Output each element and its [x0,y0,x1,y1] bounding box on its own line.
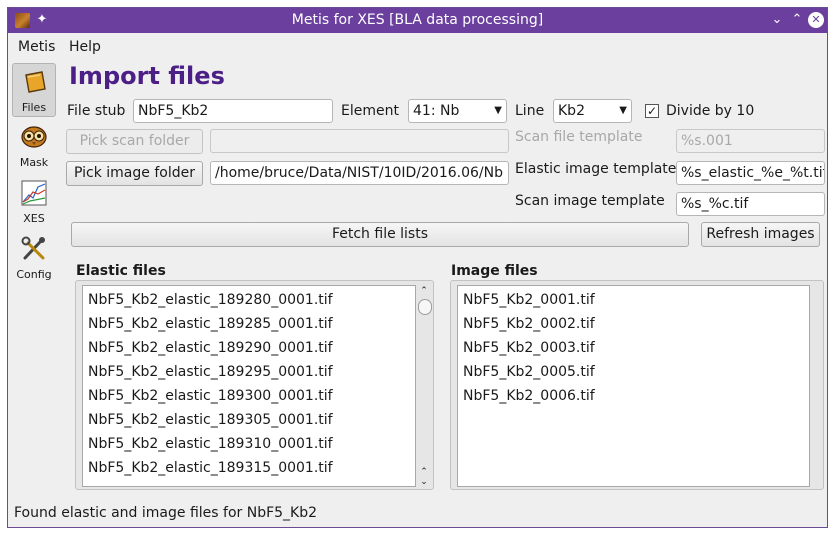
list-item[interactable]: NbF5_Kb2_elastic_189310_0001.tif [88,432,333,456]
scan-image-template-input[interactable]: %s_%c.tif [676,192,825,216]
list-item[interactable]: NbF5_Kb2_0003.tif [463,336,595,360]
elastic-image-template-input[interactable]: %s_elastic_%e_%t.tif [676,161,825,185]
element-select[interactable]: 41: Nb ▼ [408,99,507,123]
status-text: Found elastic and image files for NbF5_K… [14,505,318,521]
maximize-icon[interactable]: ⌃ [789,12,805,28]
list-item[interactable]: NbF5_Kb2_elastic_189280_0001.tif [88,288,333,312]
divide-checkbox[interactable]: ✓ [645,104,659,118]
owl-mask-icon [21,126,47,148]
list-item[interactable]: NbF5_Kb2_elastic_189315_0001.tif [88,456,333,480]
element-select-value: 41: Nb [413,103,460,119]
list-item[interactable]: NbF5_Kb2_elastic_189295_0001.tif [88,360,333,384]
scan-file-template-input[interactable]: %s.001 [676,129,825,153]
line-select-value: Kb2 [558,103,585,119]
line-label: Line [515,103,545,119]
xes-plot-icon [21,180,47,206]
sidebar-item-files[interactable]: Files [12,63,56,117]
elastic-image-template-label: Elastic image template [515,161,677,177]
sidebar-item-mask[interactable]: Mask [12,119,56,173]
image-folder-field[interactable]: /home/bruce/Data/NIST/10ID/2016.06/Nb [210,161,509,185]
list-item[interactable]: NbF5_Kb2_0005.tif [463,360,595,384]
pick-scan-folder-button[interactable]: Pick scan folder [66,129,203,154]
list-item[interactable]: NbF5_Kb2_elastic_189300_0001.tif [88,384,333,408]
page-title: Import files [69,62,225,90]
main-window: ✦ Metis for XES [BLA data processing] ⌄ … [7,7,828,528]
chevron-down-icon: ▼ [494,105,502,116]
list-item[interactable]: NbF5_Kb2_elastic_189305_0001.tif [88,408,333,432]
chevron-down-icon: ▼ [619,105,627,116]
sidebar-item-config[interactable]: Config [12,231,56,285]
list-item[interactable]: NbF5_Kb2_0001.tif [463,288,595,312]
close-icon[interactable]: ✕ [808,12,824,28]
elastic-files-scrollbar[interactable]: ⌃ ⌃ ⌄ [417,285,433,487]
image-files-list[interactable]: NbF5_Kb2_0001.tif NbF5_Kb2_0002.tif NbF5… [457,285,810,487]
divide-label[interactable]: Divide by 10 [666,103,754,119]
file-stub-input[interactable]: NbF5_Kb2 [133,99,333,123]
pick-image-folder-button[interactable]: Pick image folder [66,161,203,186]
menu-metis[interactable]: Metis [18,39,55,55]
scan-image-template-label: Scan image template [515,193,665,209]
list-item[interactable]: NbF5_Kb2_elastic_189285_0001.tif [88,312,333,336]
list-item[interactable]: NbF5_Kb2_elastic_189290_0001.tif [88,336,333,360]
elastic-files-list[interactable]: NbF5_Kb2_elastic_189280_0001.tif NbF5_Kb… [82,285,416,487]
image-files-panel: NbF5_Kb2_0001.tif NbF5_Kb2_0002.tif NbF5… [450,280,824,490]
tools-icon [21,236,45,260]
window-title: Metis for XES [BLA data processing] [291,12,544,28]
sidebar-item-label: Files [21,101,47,114]
folder-icon [25,71,46,93]
elastic-files-panel: NbF5_Kb2_elastic_189280_0001.tif NbF5_Kb… [75,280,434,490]
line-select[interactable]: Kb2 ▼ [553,99,632,123]
refresh-images-button[interactable]: Refresh images [701,222,820,247]
fetch-file-lists-button[interactable]: Fetch file lists [71,222,689,247]
title-bar[interactable]: ✦ Metis for XES [BLA data processing] ⌄ … [8,8,827,33]
scan-folder-field[interactable] [210,129,509,153]
image-files-title: Image files [451,263,538,279]
scroll-thumb[interactable] [418,299,432,315]
elastic-files-title: Elastic files [76,263,166,279]
sidebar-item-xes[interactable]: XES [12,175,56,229]
sidebar-item-label: Config [16,268,52,281]
scroll-down-icon[interactable]: ⌃ ⌄ [417,467,431,487]
file-stub-label: File stub [67,103,126,119]
list-item[interactable]: NbF5_Kb2_0006.tif [463,384,595,408]
sidebar-item-label: XES [23,212,45,225]
sidebar-item-label: Mask [19,156,49,169]
scroll-up-icon[interactable]: ⌃ [417,285,431,297]
element-label: Element [341,103,399,119]
list-item[interactable]: NbF5_Kb2_0002.tif [463,312,595,336]
menu-help[interactable]: Help [69,39,101,55]
minimize-icon[interactable]: ⌄ [769,12,785,28]
scan-file-template-label: Scan file template [515,129,643,145]
